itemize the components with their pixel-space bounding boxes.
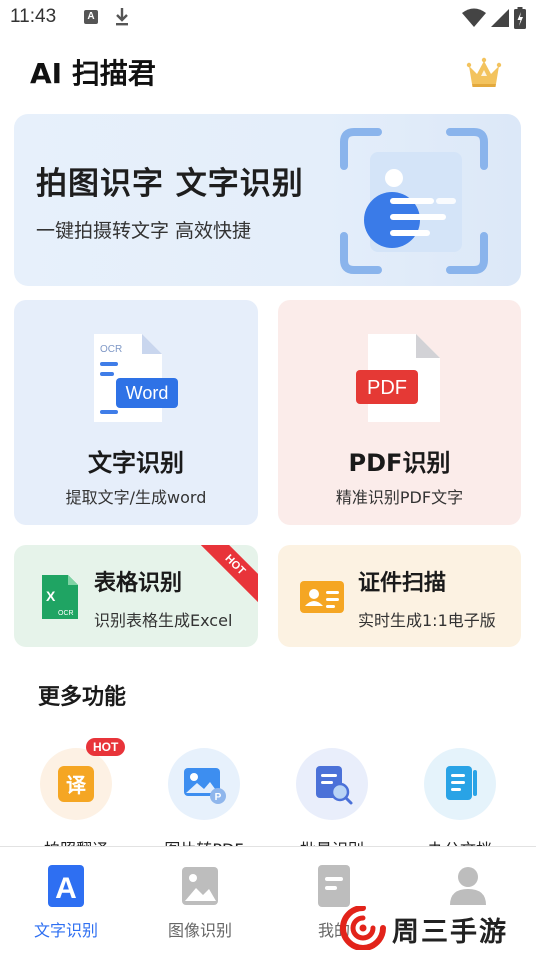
banner-subtitle: 一键拍摄转文字 高效快捷 xyxy=(36,220,252,242)
hero-banner[interactable]: 拍图识字 文字识别 一键拍摄转文字 高效快捷 xyxy=(14,114,521,286)
batch-scan-icon xyxy=(316,766,353,805)
user-icon xyxy=(450,867,486,905)
hot-badge: HOT xyxy=(86,738,126,756)
notification-app-icon: A xyxy=(84,10,98,24)
translate-icon: 译 xyxy=(58,766,94,802)
nav-active-glyph: A xyxy=(55,872,77,905)
image-recognition-icon xyxy=(182,867,218,905)
text-recognition-title: 文字识别 xyxy=(88,449,184,477)
hot-ribbon: HOT xyxy=(196,545,258,604)
table-recognition-title: 表格识别 xyxy=(94,571,183,596)
batch-scan-item[interactable]: 批量识别 xyxy=(292,748,372,859)
nav-tab-image-recognition[interactable]: 图像识别 xyxy=(145,863,255,943)
office-document-item[interactable]: 办公文档 xyxy=(420,748,500,859)
wifi-icon xyxy=(462,8,486,27)
scan-document-illustration xyxy=(340,128,488,274)
pdf-icon-label: PDF xyxy=(367,377,407,399)
status-indicators xyxy=(462,7,526,29)
id-card-icon xyxy=(300,581,344,613)
document-icon xyxy=(318,865,350,907)
more-functions-title: 更多功能 xyxy=(38,685,127,710)
vip-crown-icon[interactable] xyxy=(466,56,502,90)
watermark-logo-icon xyxy=(340,906,386,950)
excel-ocr-tag: OCR xyxy=(58,610,74,617)
app-title: AI 扫描君 xyxy=(30,57,156,90)
office-document-icon xyxy=(446,766,477,800)
nav-tab-text-recognition[interactable]: A 文字识别 xyxy=(11,863,121,943)
pdf-recognition-card[interactable]: PDF PDF识别 精准识别PDF文字 xyxy=(278,300,521,525)
id-scan-title: 证件扫描 xyxy=(358,571,447,596)
translate-glyph: 译 xyxy=(66,773,87,797)
table-recognition-card[interactable]: X OCR 表格识别 识别表格生成Excel HOT xyxy=(14,545,258,647)
excel-ocr-icon: X OCR xyxy=(42,575,78,619)
nav-label-image-recognition: 图像识别 xyxy=(167,921,232,940)
excel-letter: X xyxy=(46,588,56,604)
ocr-tag: OCR xyxy=(100,344,122,355)
signal-icon xyxy=(491,9,509,27)
site-watermark: 周三手游网 xyxy=(338,904,534,952)
pdf-document-icon: PDF xyxy=(356,334,440,422)
battery-icon xyxy=(514,7,526,29)
image-to-pdf-icon: P xyxy=(184,768,226,804)
table-recognition-subtitle: 识别表格生成Excel xyxy=(94,611,233,630)
banner-title: 拍图识字 文字识别 xyxy=(36,166,304,202)
text-recognition-card[interactable]: OCR Word 文字识别 提取文字/生成word xyxy=(14,300,258,525)
text-recognition-subtitle: 提取文字/生成word xyxy=(65,488,207,507)
id-scan-subtitle: 实时生成1:1电子版 xyxy=(358,611,496,630)
word-document-icon: OCR Word xyxy=(94,334,178,422)
status-time: 11:43 xyxy=(10,6,57,27)
watermark-text: 周三手游网 xyxy=(392,917,508,948)
pdf-mini-glyph: P xyxy=(215,792,222,803)
text-recognition-icon: A xyxy=(48,865,84,907)
pdf-recognition-title: PDF识别 xyxy=(348,449,451,477)
nav-label-text-recognition: 文字识别 xyxy=(33,921,98,940)
pdf-recognition-subtitle: 精准识别PDF文字 xyxy=(335,488,464,507)
id-scan-card[interactable]: 证件扫描 实时生成1:1电子版 xyxy=(278,545,521,647)
download-icon xyxy=(116,8,128,26)
status-bar: 11:43 A xyxy=(0,0,536,36)
word-icon-label: Word xyxy=(126,383,169,403)
image-to-pdf-item[interactable]: P 图片转PDF xyxy=(164,748,244,859)
photo-translate-item[interactable]: 译 HOT 拍照翻译 xyxy=(36,738,126,859)
